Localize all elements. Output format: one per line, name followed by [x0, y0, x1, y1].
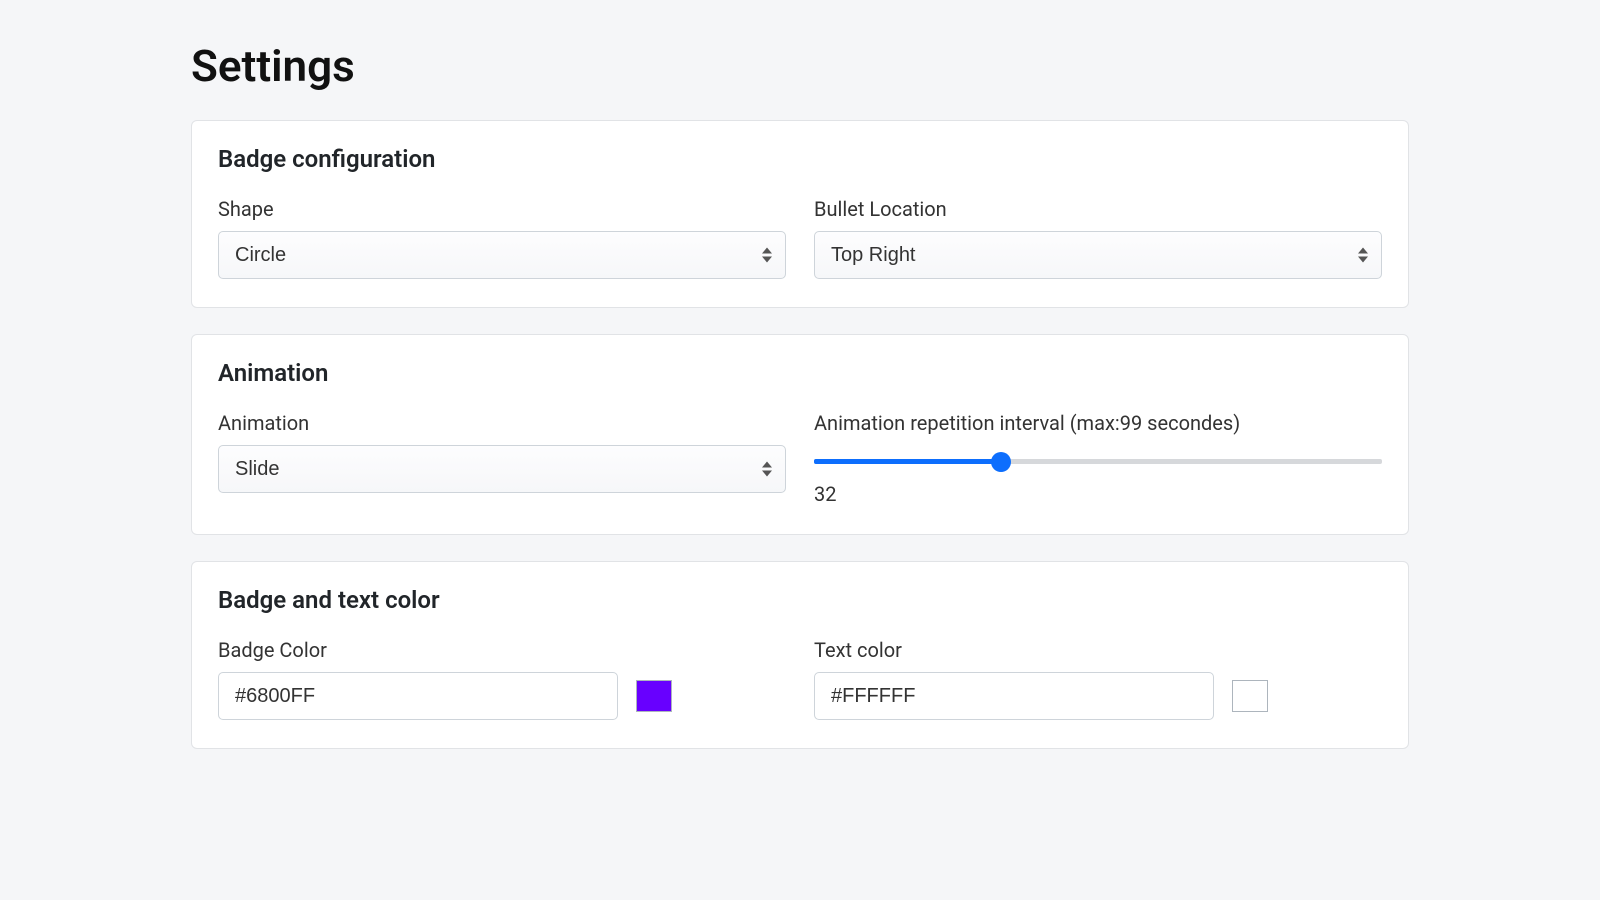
- badge-config-card: Badge configuration Shape Circle Bullet …: [191, 120, 1409, 308]
- shape-field: Shape Circle: [218, 197, 786, 279]
- animation-interval-value: 32: [814, 482, 1382, 506]
- text-color-swatch[interactable]: [1232, 680, 1268, 712]
- text-color-input[interactable]: [814, 672, 1214, 720]
- bullet-location-select[interactable]: Top Right: [814, 231, 1382, 279]
- animation-type-field: Animation Slide: [218, 411, 786, 506]
- animation-interval-field: Animation repetition interval (max:99 se…: [814, 411, 1382, 506]
- colors-card: Badge and text color Badge Color Text co…: [191, 561, 1409, 749]
- badge-color-label: Badge Color: [218, 638, 786, 662]
- animation-card: Animation Animation Slide Animation repe…: [191, 334, 1409, 535]
- text-color-field: Text color: [814, 638, 1382, 720]
- text-color-label: Text color: [814, 638, 1382, 662]
- animation-type-select[interactable]: Slide: [218, 445, 786, 493]
- badge-color-swatch[interactable]: [636, 680, 672, 712]
- bullet-location-label: Bullet Location: [814, 197, 1382, 221]
- shape-select[interactable]: Circle: [218, 231, 786, 279]
- page-title: Settings: [191, 40, 1409, 92]
- shape-label: Shape: [218, 197, 786, 221]
- settings-page: Settings Badge configuration Shape Circl…: [131, 40, 1469, 749]
- animation-type-label: Animation: [218, 411, 786, 435]
- colors-title: Badge and text color: [218, 586, 1382, 614]
- animation-title: Animation: [218, 359, 1382, 387]
- badge-color-input[interactable]: [218, 672, 618, 720]
- animation-interval-slider[interactable]: [814, 459, 1382, 464]
- badge-color-field: Badge Color: [218, 638, 786, 720]
- animation-interval-label: Animation repetition interval (max:99 se…: [814, 411, 1382, 435]
- badge-config-title: Badge configuration: [218, 145, 1382, 173]
- bullet-location-field: Bullet Location Top Right: [814, 197, 1382, 279]
